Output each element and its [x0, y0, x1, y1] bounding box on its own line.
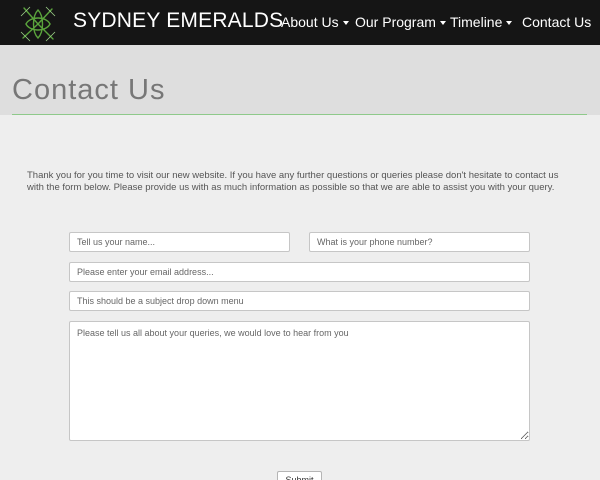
caret-down-icon — [342, 21, 349, 25]
subject-input[interactable] — [69, 291, 530, 311]
name-input[interactable] — [69, 232, 290, 252]
page-title-band: Contact Us — [0, 45, 600, 115]
nav-timeline[interactable]: Timeline — [450, 14, 513, 30]
nav-our-program[interactable]: Our Program — [355, 14, 446, 30]
nav-timeline-label: Timeline — [450, 14, 503, 30]
message-textarea[interactable] — [69, 321, 530, 441]
email-input[interactable] — [69, 262, 530, 282]
title-divider — [12, 114, 587, 115]
nav-contact-us-label: Contact Us — [522, 14, 592, 30]
nav-about-us-label: About Us — [281, 14, 339, 30]
nav-our-program-label: Our Program — [355, 14, 436, 30]
phone-input[interactable] — [309, 232, 530, 252]
top-navbar: SYDNEY EMERALDS About Us Our Program Tim… — [0, 0, 600, 45]
page-title: Contact Us — [12, 74, 166, 106]
caret-down-icon — [506, 21, 513, 25]
submit-button[interactable]: Submit — [277, 471, 322, 480]
emeralds-logo-icon[interactable] — [18, 4, 58, 44]
caret-down-icon — [439, 21, 446, 25]
nav-contact-us[interactable]: Contact Us — [522, 14, 591, 30]
nav-about-us[interactable]: About Us — [281, 14, 349, 30]
brand-title[interactable]: SYDNEY EMERALDS — [73, 9, 283, 33]
intro-paragraph: Thank you for you time to visit our new … — [27, 170, 559, 193]
